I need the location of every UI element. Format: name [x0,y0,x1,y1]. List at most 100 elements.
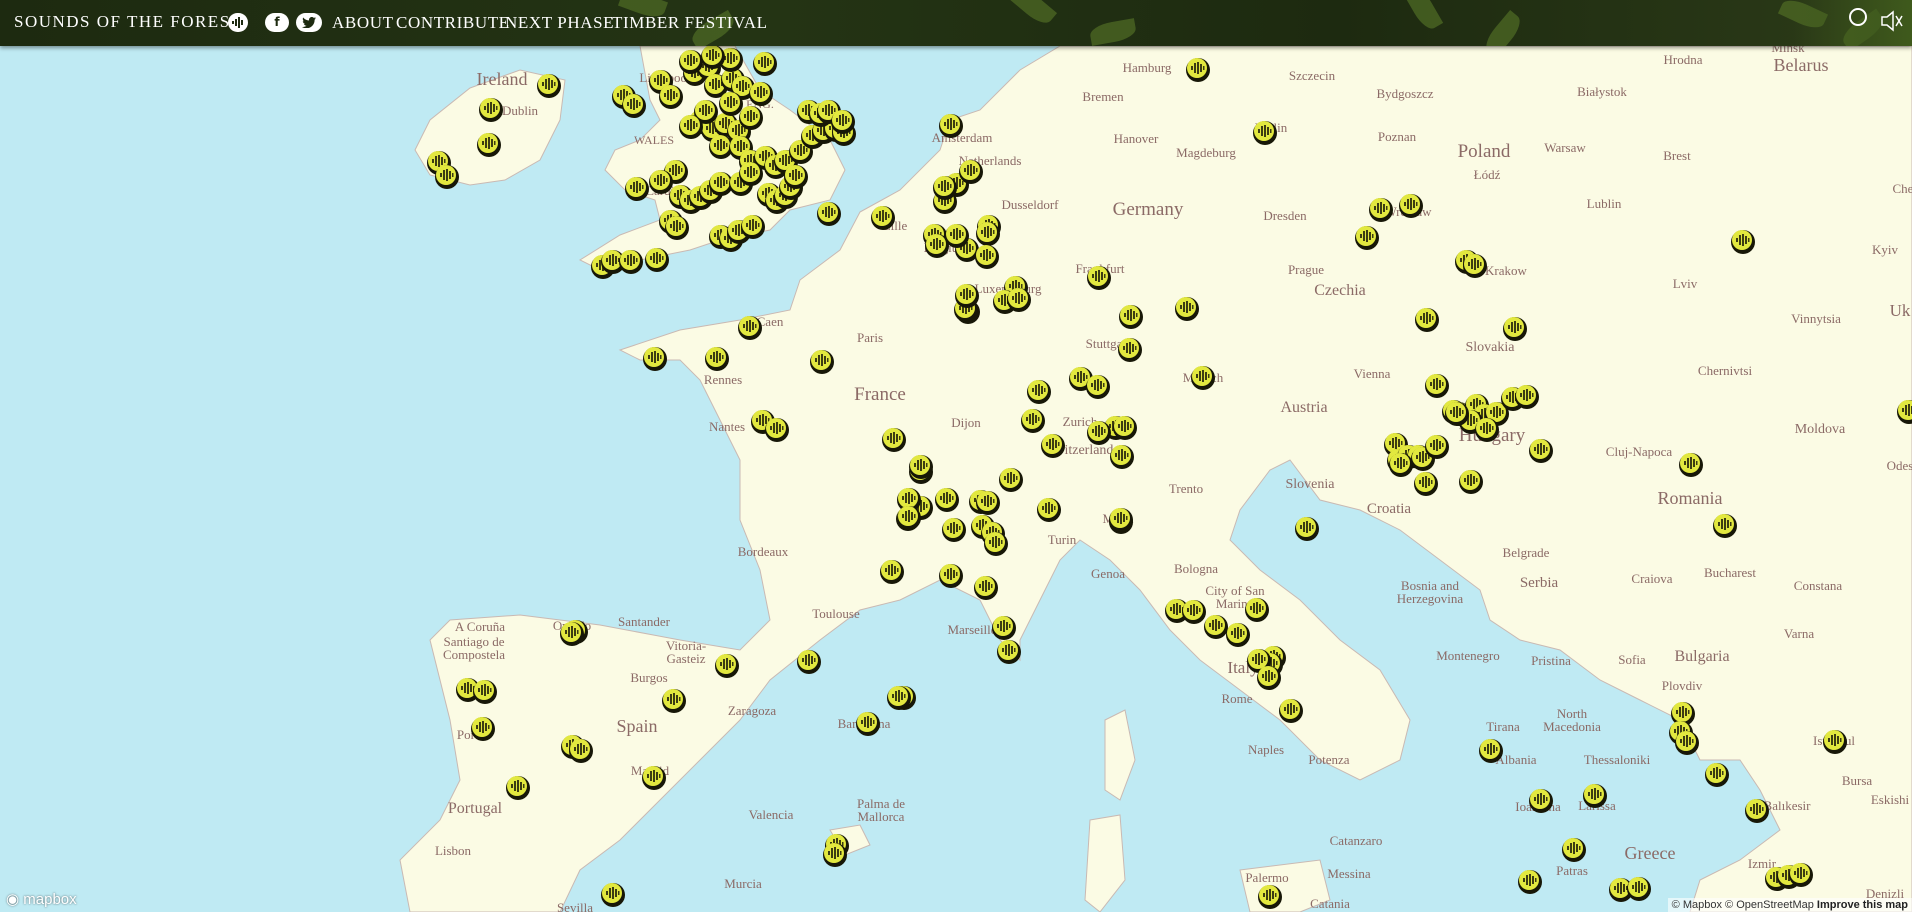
sound-pin-icon[interactable] [701,45,725,69]
sound-pin-icon[interactable] [560,622,584,646]
sound-pin-icon[interactable] [1258,885,1282,909]
sound-pin-icon[interactable] [1007,288,1031,312]
sound-pin-icon[interactable] [1789,863,1813,887]
sound-pin-icon[interactable] [753,52,777,76]
sound-pin-icon[interactable] [1253,121,1277,145]
sound-pin-icon[interactable] [999,468,1023,492]
sound-pin-icon[interactable] [823,843,847,867]
sound-pin-icon[interactable] [1713,514,1737,538]
sound-pin-icon[interactable] [976,222,1000,246]
sound-pin-icon[interactable] [933,176,957,200]
sound-pin-icon[interactable] [537,74,561,98]
sound-pin-icon[interactable] [1119,305,1143,329]
sound-pin-icon[interactable] [1425,374,1449,398]
location-icon[interactable] [1849,8,1867,26]
sound-pin-icon[interactable] [1118,338,1142,362]
sound-pin-icon[interactable] [1529,439,1553,463]
nav-timber-festival[interactable]: TIMBER FESTIVAL [612,13,768,33]
sound-pin-icon[interactable] [797,650,821,674]
sound-pin-icon[interactable] [856,712,880,736]
map-canvas[interactable]: Ireland Belarus Poland Germany Czechia Slovak… [0,40,1912,912]
site-title[interactable]: SOUNDS OF THE FOREST [14,12,243,32]
sound-pin-icon[interactable] [679,115,703,139]
sound-pin-icon[interactable] [1445,402,1469,426]
sound-pin-icon[interactable] [1479,739,1503,763]
sound-pin-icon[interactable] [739,106,763,130]
sound-pin-icon[interactable] [1627,877,1651,901]
sound-pin-icon[interactable] [975,245,999,269]
sound-pin-icon[interactable] [1245,598,1269,622]
sound-pin-icon[interactable] [601,883,625,907]
sound-pin-icon[interactable] [719,92,743,116]
sound-pin-icon[interactable] [831,110,855,134]
sound-pin-icon[interactable] [471,717,495,741]
sound-pin-icon[interactable] [1823,730,1847,754]
sound-pin-icon[interactable] [1109,508,1133,532]
sound-pin-icon[interactable] [942,518,966,542]
sound-pin-icon[interactable] [1475,418,1499,442]
mapbox-logo[interactable]: ◉ mapbox [6,890,77,908]
sound-pin-icon[interactable] [909,455,933,479]
attribution-osm[interactable]: © OpenStreetMap [1725,899,1814,911]
sound-pin-icon[interactable] [817,202,841,226]
sound-pin-icon[interactable] [784,165,808,189]
sound-pin-icon[interactable] [1415,308,1439,332]
sound-pin-icon[interactable] [882,428,906,452]
attribution-mapbox[interactable]: © Mapbox [1672,899,1722,911]
sound-pin-icon[interactable] [643,347,667,371]
sound-pin-icon[interactable] [935,488,959,512]
sound-pin-icon[interactable] [1204,615,1228,639]
sound-pin-icon[interactable] [1279,699,1303,723]
twitter-icon[interactable] [296,13,322,32]
sound-pin-icon[interactable] [738,316,762,340]
sound-pin-icon[interactable] [1113,416,1137,440]
sound-pin-icon[interactable] [506,776,530,800]
sound-pin-icon[interactable] [649,170,673,194]
sound-pin-icon[interactable] [625,177,649,201]
sound-pin-icon[interactable] [1459,470,1483,494]
sound-pin-icon[interactable] [619,250,643,274]
sound-pin-icon[interactable] [1087,421,1111,445]
sound-pin-icon[interactable] [715,654,739,678]
sound-pin-icon[interactable] [569,739,593,763]
sound-pin-icon[interactable] [1414,472,1438,496]
sound-pin-icon[interactable] [741,215,765,239]
sound-icon[interactable] [228,13,248,32]
sound-pin-icon[interactable] [1041,434,1065,458]
sound-pin-icon[interactable] [679,50,703,74]
sound-pin-icon[interactable] [974,576,998,600]
mute-icon[interactable] [1880,10,1904,37]
sound-pin-icon[interactable] [665,216,689,240]
sound-pin-icon[interactable] [642,766,666,790]
facebook-icon[interactable]: f [265,13,289,32]
sound-pin-icon[interactable] [1731,230,1755,254]
sound-pin-icon[interactable] [705,347,729,371]
nav-next-phase[interactable]: NEXT PHASE [505,13,614,33]
sound-pin-icon[interactable] [1515,385,1539,409]
sound-pin-icon[interactable] [479,98,503,122]
sound-pin-icon[interactable] [897,506,921,530]
sound-pin-icon[interactable] [1355,226,1379,250]
sound-pin-icon[interactable] [1399,194,1423,218]
sound-pin-icon[interactable] [959,160,983,184]
sound-pin-icon[interactable] [1027,380,1051,404]
sound-pin-icon[interactable] [662,689,686,713]
sound-pin-icon[interactable] [1529,789,1553,813]
sound-pin-icon[interactable] [887,686,911,710]
sound-pin-icon[interactable] [945,224,969,248]
sound-pin-icon[interactable] [1110,445,1134,469]
sound-pin-icon[interactable] [1503,317,1527,341]
sound-pin-icon[interactable] [1226,623,1250,647]
sound-pin-icon[interactable] [939,564,963,588]
sound-pin-icon[interactable] [1191,366,1215,390]
nav-about[interactable]: ABOUT [332,13,394,33]
sound-pin-icon[interactable] [1037,498,1061,522]
sound-pin-icon[interactable] [473,680,497,704]
sound-pin-icon[interactable] [1425,435,1449,459]
sound-pin-icon[interactable] [976,491,1000,515]
sound-pin-icon[interactable] [1679,453,1703,477]
sound-pin-icon[interactable] [1182,600,1206,624]
sound-pin-icon[interactable] [1369,198,1393,222]
sound-pin-icon[interactable] [435,165,459,189]
sound-pin-icon[interactable] [1175,297,1199,321]
